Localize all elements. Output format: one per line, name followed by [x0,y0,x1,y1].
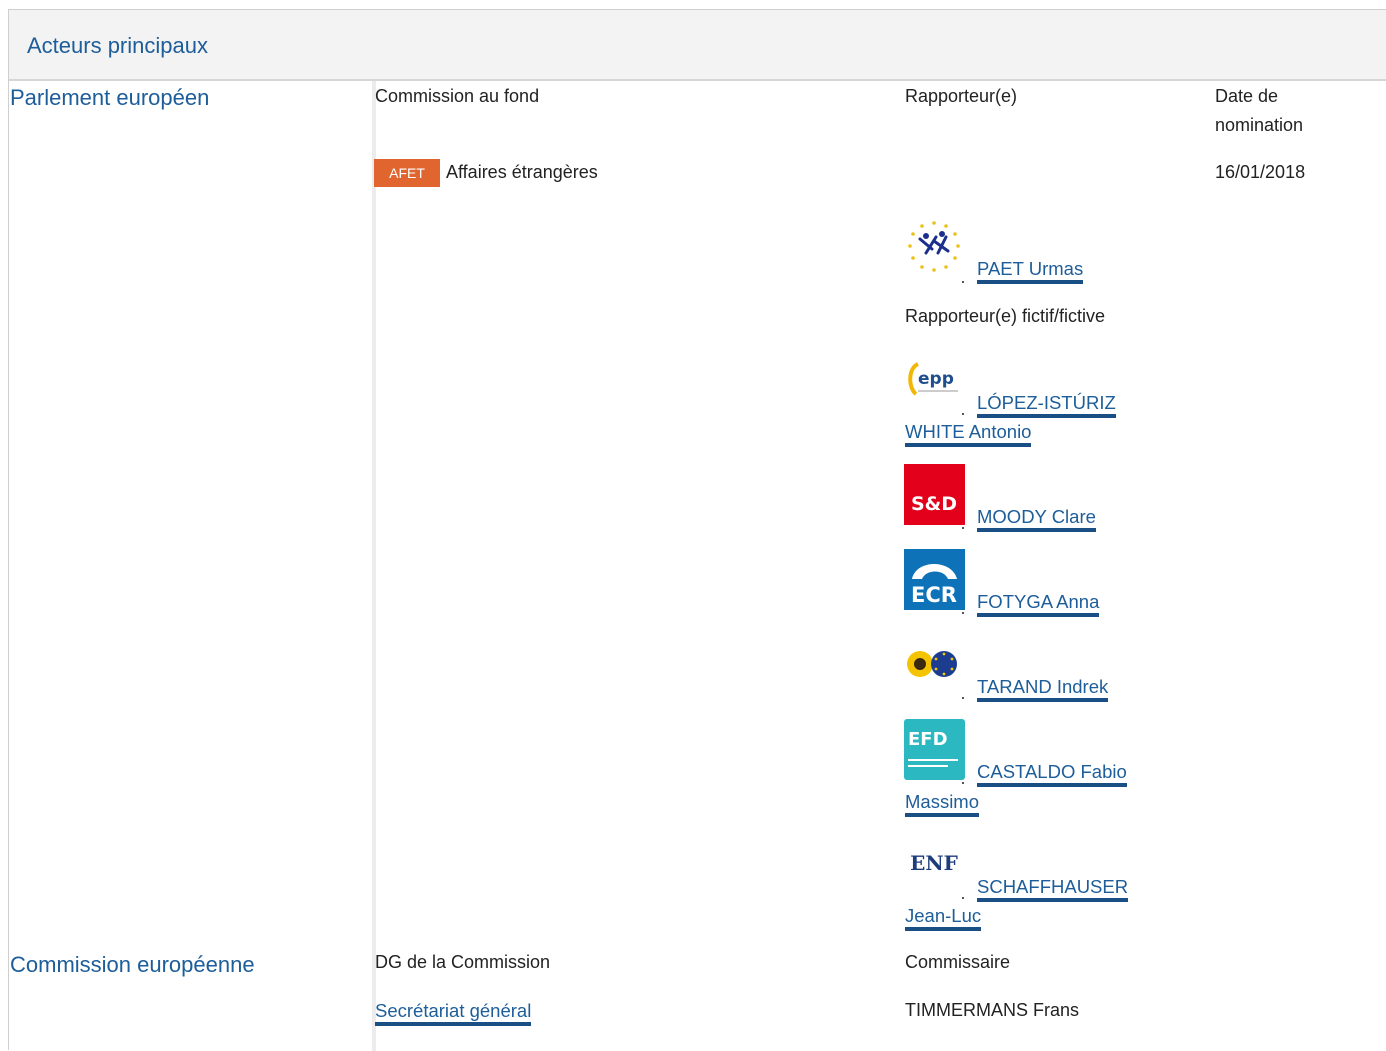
col-header-date: Date de nomination [1215,86,1304,135]
efdd-logo-icon: EFD [904,719,965,780]
panel-header: Acteurs principaux [9,10,1386,81]
shadow-rapporteurs-heading: Rapporteur(e) fictif/fictive [905,306,1106,326]
svg-text:ENF: ENF [910,851,958,875]
actor-parliament: Parlement européen [10,85,210,110]
logo-marker [962,697,964,699]
appointment-date: 16/01/2018 [1215,162,1306,182]
col-header-committee: Commission au fond [375,86,540,106]
shadow-link-castaldo-cont[interactable]: Massimo [905,787,980,817]
svg-text:epp: epp [918,369,954,389]
shadow-link-schaffhauser[interactable]: SCHAFFHAUSER [977,872,1129,902]
committee-name: Affaires étrangères [446,162,598,182]
epp-logo-icon: epp [904,350,965,411]
shadow-link-castaldo[interactable]: CASTALDO Fabio [977,757,1127,787]
shadow-link-moody[interactable]: MOODY Clare [977,502,1096,532]
alde-logo-icon [904,219,965,280]
enf-logo-icon: ENF [904,834,965,895]
column-divider [372,81,376,1051]
sd-logo-icon: S&D [904,464,965,525]
committee-badge: AFET [374,159,440,187]
shadow-link-tarand[interactable]: TARAND Indrek [977,672,1109,702]
rapporteur-link[interactable]: PAET Urmas [977,254,1084,284]
col-header-dg: DG de la Commission [375,952,551,972]
logo-marker [962,897,964,899]
shadow-link-schaffhauser-cont[interactable]: Jean-Luc [905,901,982,931]
key-players-panel: Acteurs principaux [8,9,1386,1051]
logo-marker [962,782,964,784]
logo-marker [962,527,964,529]
col-header-commissioner: Commissaire [905,952,1011,972]
col-header-rapporteur: Rapporteur(e) [905,86,1018,106]
panel-title: Acteurs principaux [27,33,208,58]
commissioner-name: TIMMERMANS Frans [905,1000,1080,1020]
svg-text:S&D: S&D [911,493,957,515]
greens-efa-logo-icon [904,634,965,695]
shadow-link-lopez-isturiz[interactable]: LÓPEZ-ISTÚRIZ [977,388,1116,418]
dg-link[interactable]: Secrétariat général [375,996,532,1026]
logo-marker [962,612,964,614]
svg-text:ECR: ECR [911,583,957,607]
svg-text:EFD: EFD [908,729,948,750]
logo-marker [962,413,964,415]
logo-marker [962,281,964,283]
shadow-link-fotyga[interactable]: FOTYGA Anna [977,587,1100,617]
shadow-link-lopez-isturiz-cont[interactable]: WHITE Antonio [905,417,1032,447]
ecr-logo-icon: ECR [904,549,965,610]
actor-commission: Commission européenne [10,952,255,977]
